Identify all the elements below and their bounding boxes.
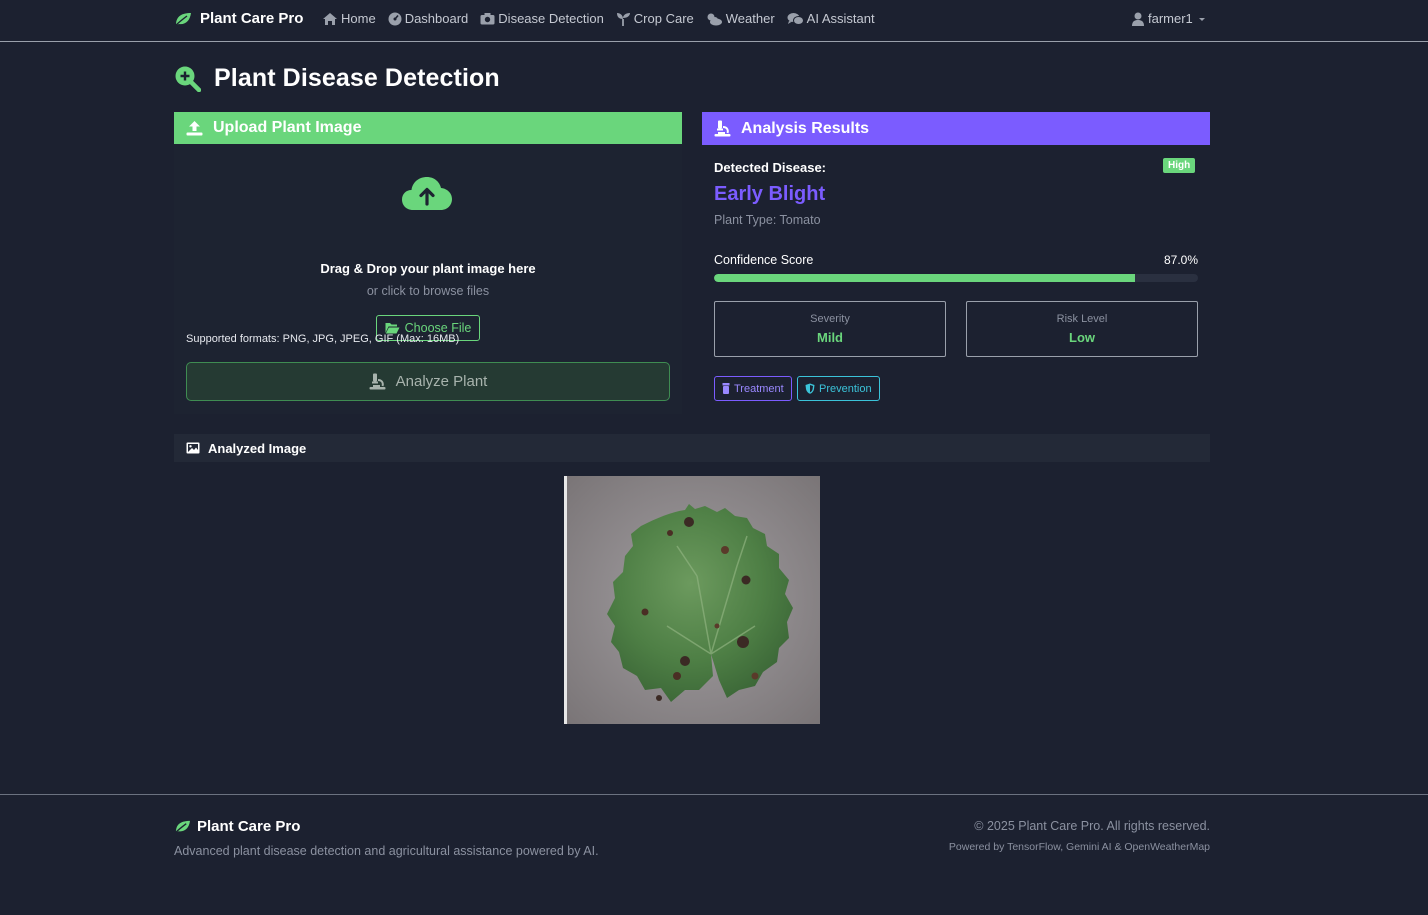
nav-item-crop-care[interactable]: Crop Care bbox=[616, 11, 694, 26]
nav-menu: Home Dashboard Disease Detection Crop Ca… bbox=[322, 11, 875, 26]
severity-box: Severity Mild bbox=[714, 301, 946, 357]
nav-item-label: Home bbox=[341, 11, 376, 26]
camera-icon bbox=[480, 13, 495, 25]
nav-item-disease-detection[interactable]: Disease Detection bbox=[480, 11, 604, 26]
analyzed-image-title: Analyzed Image bbox=[208, 440, 307, 456]
confidence-label: Confidence Score bbox=[714, 253, 814, 267]
severity-value: Mild bbox=[817, 330, 843, 345]
gauge-icon bbox=[388, 12, 402, 25]
analyze-plant-label: Analyze Plant bbox=[395, 373, 488, 390]
image-icon bbox=[186, 442, 200, 454]
confidence-badge: High bbox=[1163, 158, 1196, 173]
leaf-icon bbox=[174, 820, 190, 834]
microscope-icon bbox=[714, 120, 731, 137]
footer-brand-name: Plant Care Pro bbox=[197, 818, 301, 835]
footer-copyright: © 2025 Plant Care Pro. All rights reserv… bbox=[974, 819, 1210, 833]
supported-formats: Supported formats: PNG, JPG, JPEG, GIF (… bbox=[186, 333, 460, 345]
seedling-icon bbox=[616, 12, 630, 26]
upload-card-title: Upload Plant Image bbox=[213, 119, 362, 136]
page-title: Plant Disease Detection bbox=[174, 64, 500, 93]
confidence-progress-bar bbox=[714, 274, 1198, 282]
dropzone-subtitle: or click to browse files bbox=[366, 284, 490, 298]
upload-icon bbox=[186, 121, 203, 136]
confidence-value: 87.0% bbox=[1163, 253, 1198, 267]
nav-item-label: Dashboard bbox=[404, 11, 469, 26]
analyzed-image-header: Analyzed Image bbox=[174, 434, 1210, 462]
risk-level-value: Low bbox=[1069, 330, 1095, 345]
shield-icon bbox=[805, 383, 815, 394]
results-card-title: Analysis Results bbox=[741, 119, 870, 137]
brand-name: Plant Care Pro bbox=[200, 10, 304, 27]
comments-icon bbox=[787, 12, 804, 25]
plant-type: Plant Type: Tomato bbox=[714, 213, 821, 227]
detected-disease-label: Detected Disease: bbox=[714, 160, 826, 175]
severity-label: Severity bbox=[810, 313, 850, 325]
nav-item-dashboard[interactable]: Dashboard bbox=[388, 11, 469, 26]
leaf-photo bbox=[567, 476, 820, 724]
risk-level-label: Risk Level bbox=[1056, 313, 1108, 325]
home-icon bbox=[323, 12, 337, 25]
nav-item-label: Weather bbox=[725, 11, 775, 26]
microscope-icon bbox=[369, 373, 386, 390]
nav-item-home[interactable]: Home bbox=[322, 11, 376, 26]
username: farmer1 bbox=[1148, 11, 1193, 26]
nav-item-ai-assistant[interactable]: AI Assistant bbox=[787, 11, 875, 26]
caret-down-icon bbox=[1198, 17, 1205, 21]
pill-bottle-icon bbox=[722, 383, 730, 394]
footer-powered-by: Powered by TensorFlow, Gemini AI & OpenW… bbox=[948, 841, 1210, 853]
search-plus-icon bbox=[175, 66, 201, 92]
nav-item-weather[interactable]: Weather bbox=[706, 11, 775, 26]
leaf-icon bbox=[174, 12, 191, 26]
page-title-text: Plant Disease Detection bbox=[214, 64, 500, 92]
analyze-plant-button[interactable]: Analyze Plant bbox=[186, 362, 670, 401]
upload-card: Upload Plant Image Drag & Drop your plan… bbox=[174, 112, 682, 414]
nav-item-label: AI Assistant bbox=[806, 11, 875, 26]
nav-item-label: Crop Care bbox=[633, 11, 694, 26]
dropzone[interactable]: Drag & Drop your plant image here or cli… bbox=[174, 144, 682, 341]
disease-name: Early Blight bbox=[714, 183, 826, 205]
confidence-progress-fill bbox=[714, 274, 1136, 282]
prevention-button[interactable]: Prevention bbox=[797, 376, 880, 401]
user-icon bbox=[1132, 12, 1144, 26]
navbar: Plant Care Pro Home Dashboard Disease De… bbox=[0, 0, 1428, 42]
cloud-sun-icon bbox=[707, 13, 722, 25]
footer-tagline: Advanced plant disease detection and agr… bbox=[174, 844, 599, 858]
cloud-upload-icon bbox=[402, 177, 452, 210]
upload-card-header: Upload Plant Image bbox=[174, 112, 682, 144]
footer: Plant Care Pro Advanced plant disease de… bbox=[0, 794, 1428, 915]
prevention-label: Prevention bbox=[819, 382, 872, 395]
footer-brand: Plant Care Pro bbox=[174, 818, 300, 835]
dropzone-title: Drag & Drop your plant image here bbox=[320, 261, 536, 276]
results-card-header: Analysis Results bbox=[702, 112, 1210, 145]
user-menu-toggle[interactable]: farmer1 bbox=[1132, 11, 1207, 26]
analysis-results-card: Analysis Results Detected Disease: High … bbox=[702, 112, 1210, 412]
treatment-button[interactable]: Treatment bbox=[714, 376, 792, 401]
treatment-label: Treatment bbox=[734, 382, 784, 395]
risk-level-box: Risk Level Low bbox=[966, 301, 1198, 357]
brand-link[interactable]: Plant Care Pro bbox=[174, 10, 303, 27]
analyzed-leaf-image bbox=[564, 476, 820, 724]
nav-item-label: Disease Detection bbox=[498, 11, 604, 26]
